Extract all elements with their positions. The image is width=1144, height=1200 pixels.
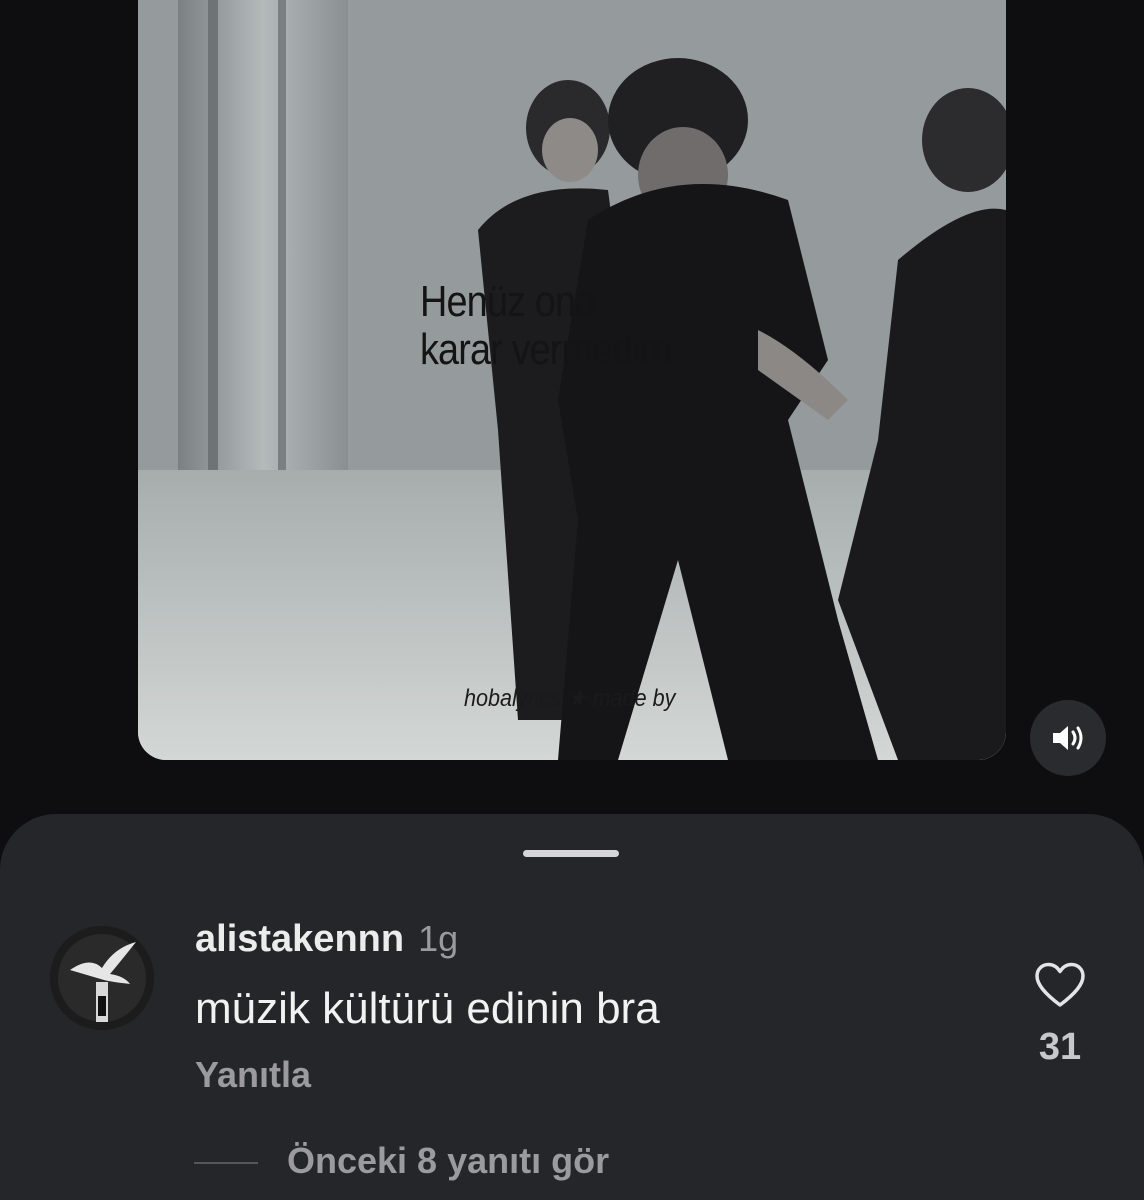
reply-button[interactable]: Yanıtla bbox=[195, 1054, 311, 1096]
video-player[interactable]: Henüz ona karar vermedim hobalyrics ★ ma… bbox=[138, 0, 1006, 760]
avatar-bird-icon bbox=[50, 926, 154, 1030]
comments-sheet: alistakennn 1g müzik kültürü edinin bra … bbox=[0, 814, 1144, 1200]
comment-text: müzik kültürü edinin bra bbox=[195, 984, 660, 1033]
sound-toggle-button[interactable] bbox=[1030, 700, 1106, 776]
video-watermark: hobalyrics ★ made by bbox=[464, 685, 676, 712]
video-frame-image bbox=[138, 0, 1006, 760]
comment-timestamp: 1g bbox=[418, 918, 459, 959]
comment-username[interactable]: alistakennn bbox=[195, 918, 404, 961]
video-lyric-caption: Henüz ona karar vermedim bbox=[420, 277, 672, 374]
like-button[interactable] bbox=[1034, 962, 1086, 1008]
comment-header: alistakennn 1g bbox=[195, 918, 458, 961]
avatar[interactable] bbox=[50, 926, 154, 1030]
speaker-volume-icon bbox=[1053, 726, 1083, 750]
sheet-drag-handle[interactable] bbox=[523, 850, 619, 857]
like-count: 31 bbox=[1038, 1026, 1082, 1068]
replies-divider bbox=[194, 1162, 258, 1164]
view-previous-replies-button[interactable]: Önceki 8 yanıtı gör bbox=[287, 1140, 609, 1182]
heart-outline-icon bbox=[1035, 962, 1085, 1007]
reels-comments-screen: Henüz ona karar vermedim hobalyrics ★ ma… bbox=[0, 0, 1144, 1200]
